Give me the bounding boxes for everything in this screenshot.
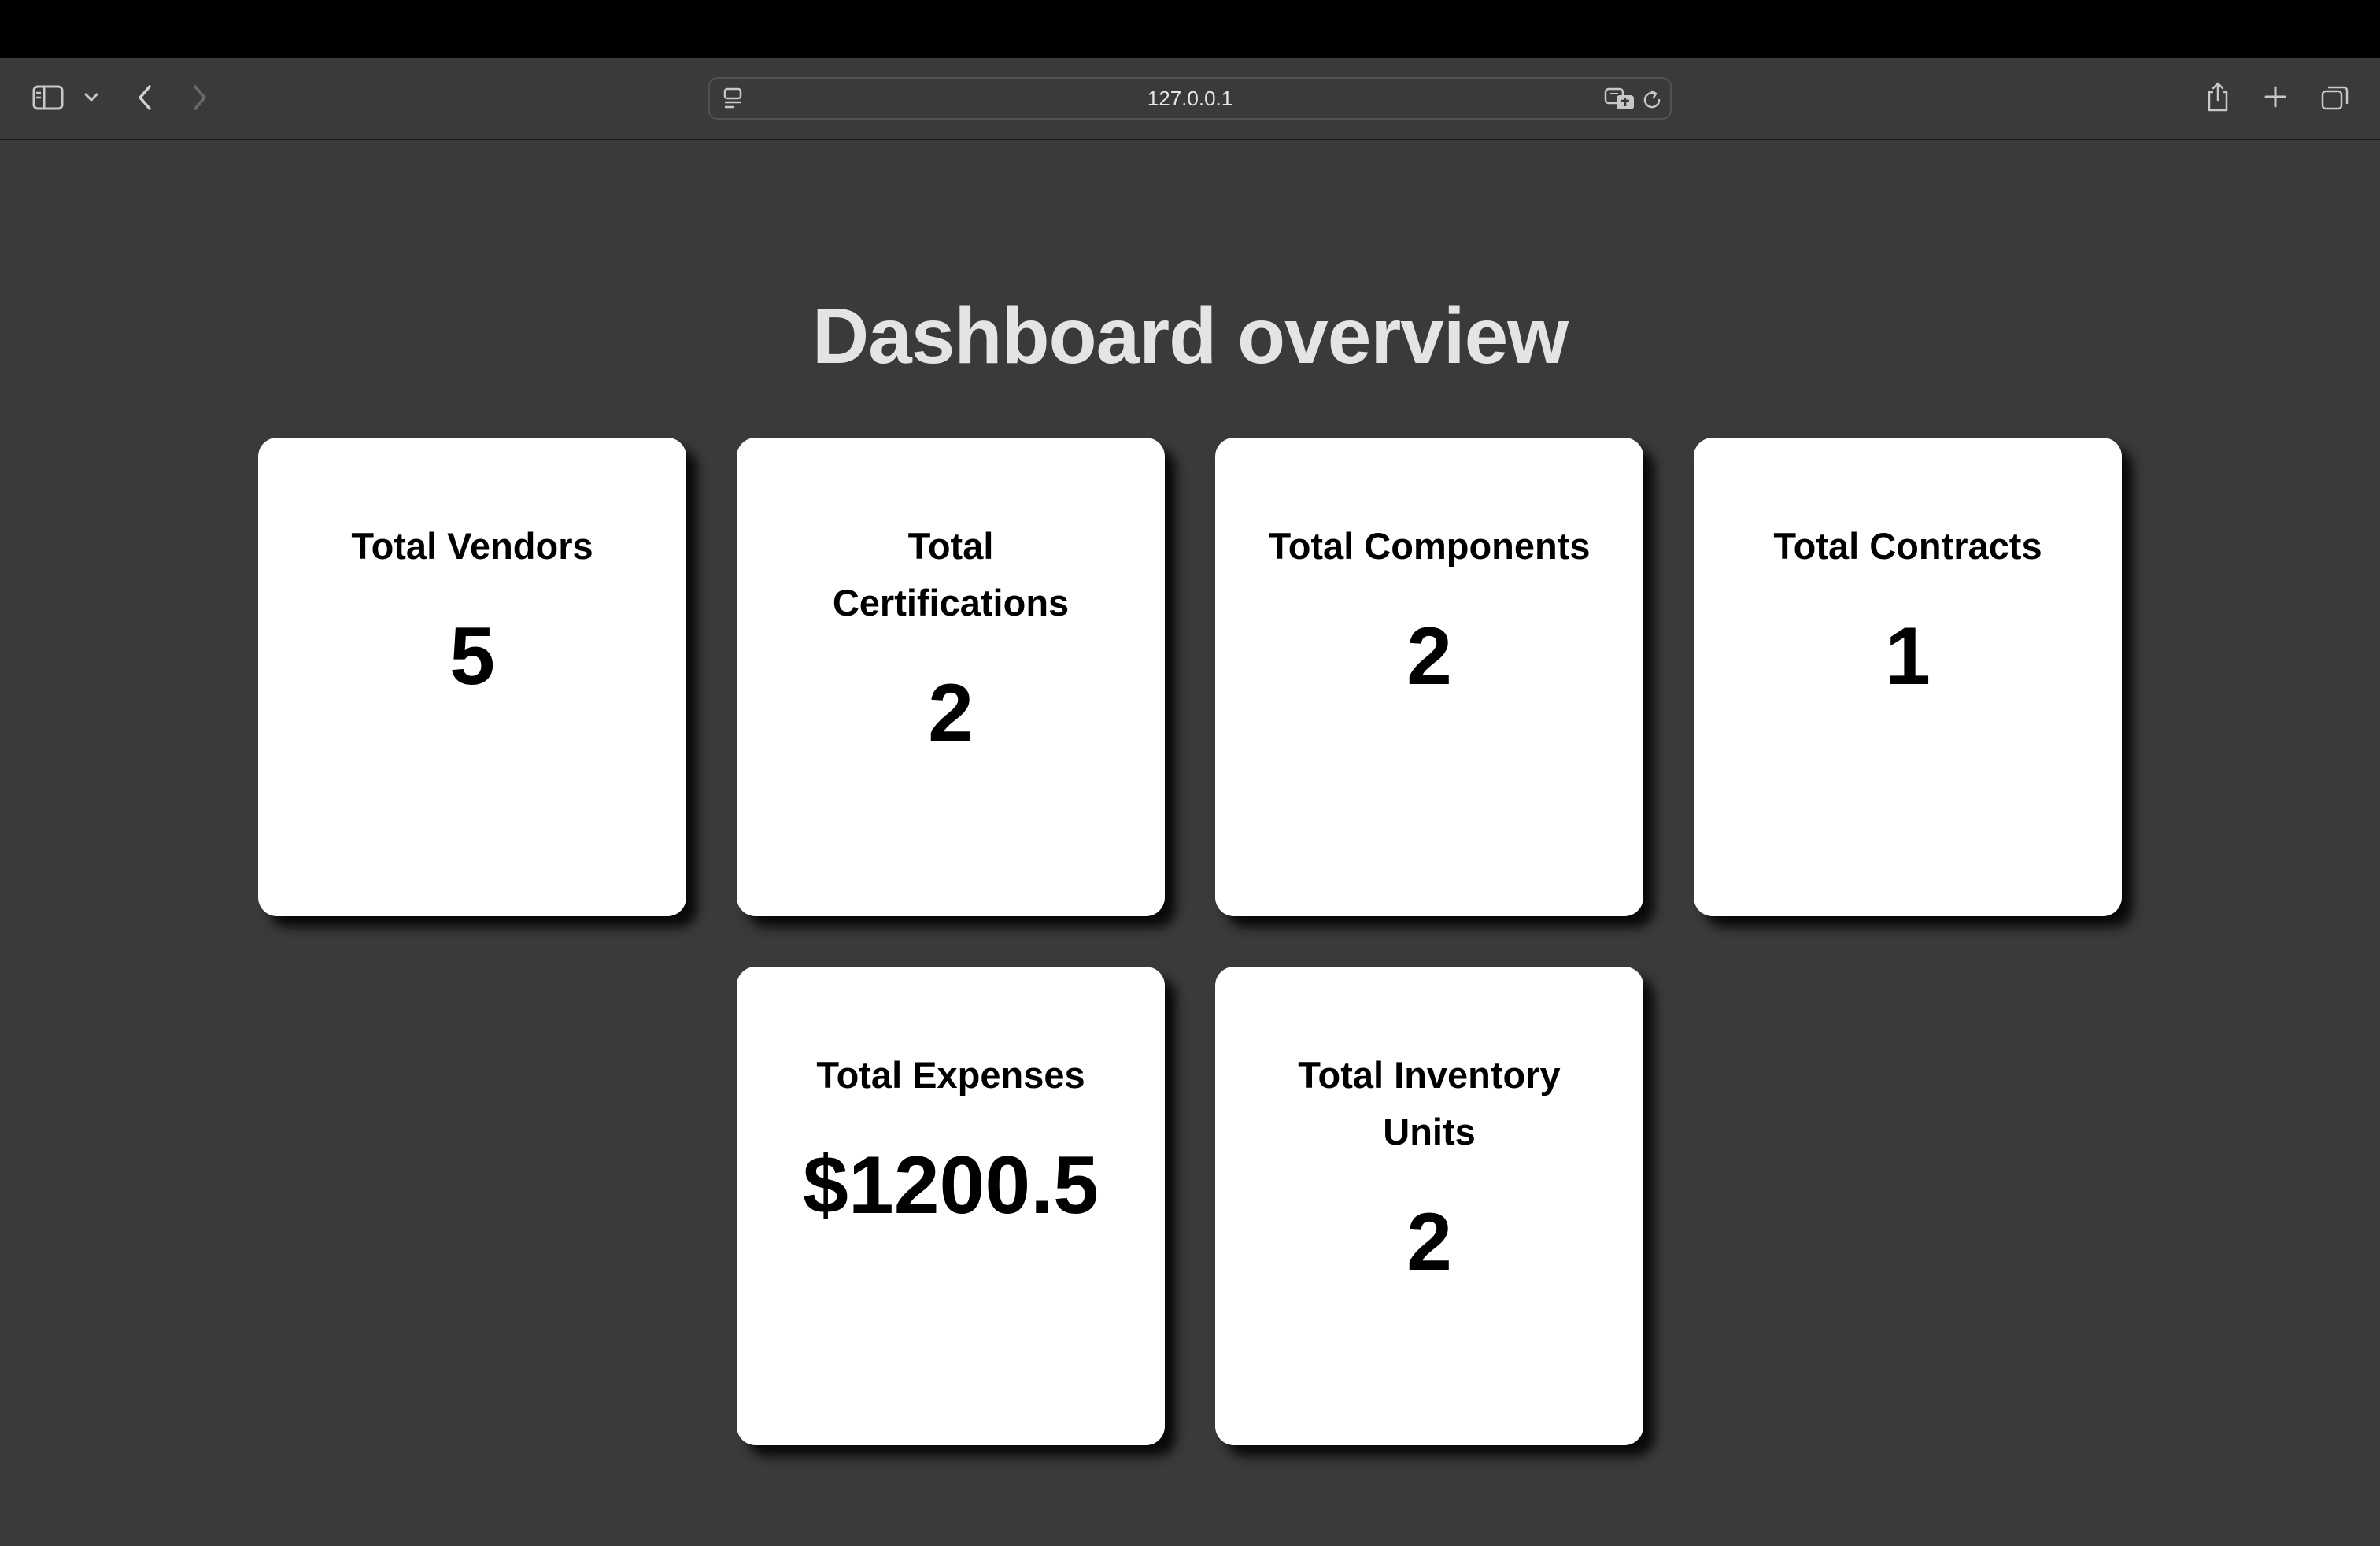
- stat-card-expenses: Total Expenses $1200.5: [737, 967, 1165, 1445]
- chevron-down-icon[interactable]: [82, 88, 101, 107]
- browser-toolbar: 127.0.0.1: [0, 58, 2380, 140]
- address-bar[interactable]: 127.0.0.1: [708, 77, 1672, 120]
- translate-icon[interactable]: [1604, 87, 1635, 112]
- tabs-overview-icon[interactable]: [2320, 83, 2350, 112]
- stat-card-components: Total Components 2: [1215, 438, 1643, 916]
- share-icon[interactable]: [2204, 80, 2232, 113]
- card-value: 2: [1406, 1196, 1452, 1288]
- sidebar-icon[interactable]: [30, 83, 66, 112]
- reload-icon[interactable]: [1640, 88, 1664, 112]
- card-value: $1200.5: [803, 1140, 1099, 1231]
- card-label: Total Inventory Units: [1298, 1054, 1561, 1152]
- card-value: 1: [1885, 611, 1931, 702]
- stat-card-contracts: Total Contracts 1: [1694, 438, 2122, 916]
- page-title: Dashboard overview: [811, 292, 1569, 380]
- system-menu-bar: [0, 0, 2380, 58]
- forward-icon[interactable]: [187, 83, 213, 112]
- plus-icon[interactable]: [2262, 83, 2289, 110]
- card-label: Total Vendors: [351, 525, 593, 567]
- card-label: Total Components: [1268, 525, 1591, 567]
- card-value: 2: [928, 668, 974, 759]
- card-value: 5: [449, 611, 495, 702]
- card-label: Total Certifications: [832, 525, 1070, 623]
- stat-card-inventory-units: Total Inventory Units 2: [1215, 967, 1643, 1445]
- dashboard-page: Dashboard overview Total Vendors 5 Total…: [0, 142, 2380, 1546]
- card-label: Total Contracts: [1773, 525, 2042, 567]
- card-value: 2: [1406, 611, 1452, 702]
- url-text: 127.0.0.1: [1147, 86, 1233, 110]
- stat-card-certifications: Total Certifications 2: [737, 438, 1165, 916]
- stat-card-vendors: Total Vendors 5: [258, 438, 686, 916]
- card-label: Total Expenses: [816, 1054, 1085, 1096]
- back-icon[interactable]: [132, 83, 157, 112]
